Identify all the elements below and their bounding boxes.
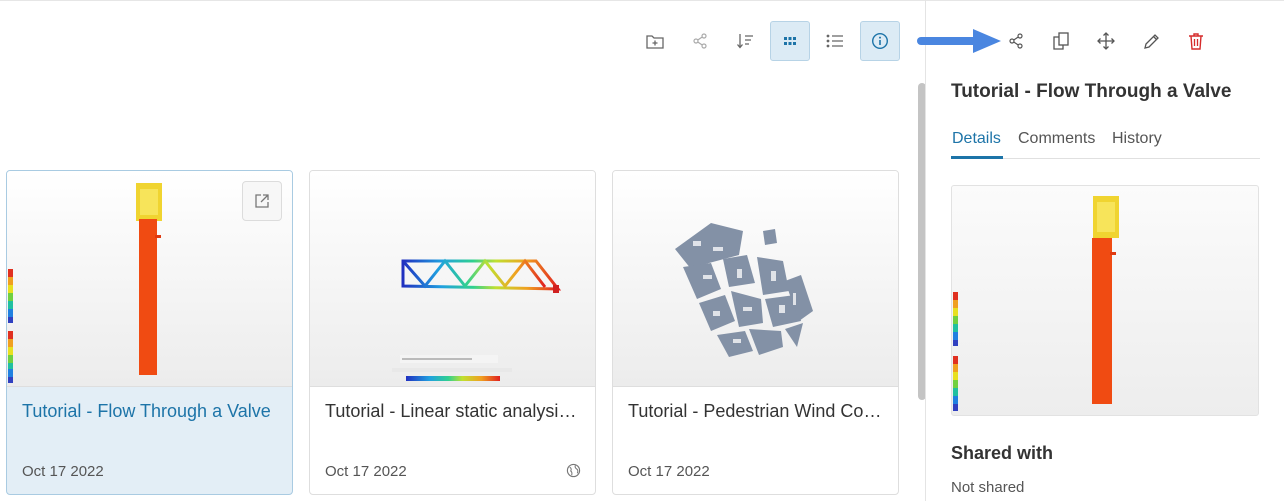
panel-share-button[interactable] xyxy=(1004,30,1028,52)
sort-icon xyxy=(737,34,753,49)
project-preview-image xyxy=(951,185,1259,416)
new-folder-button[interactable] xyxy=(635,21,675,61)
trash-icon xyxy=(1189,33,1203,50)
tab-details[interactable]: Details xyxy=(952,130,1001,148)
open-project-button[interactable] xyxy=(242,181,282,221)
project-card-flow-valve[interactable]: Tutorial - Flow Through a Valve Oct 17 2… xyxy=(6,170,293,495)
card-title[interactable]: Tutorial - Flow Through a Valve xyxy=(22,401,280,422)
card-date: Oct 17 2022 xyxy=(22,463,104,480)
list-view-button[interactable] xyxy=(815,21,855,61)
info-button[interactable] xyxy=(860,21,900,61)
tab-comments[interactable]: Comments xyxy=(1018,130,1095,148)
panel-edit-button[interactable] xyxy=(1139,30,1163,52)
share-icon xyxy=(693,33,707,49)
info-icon xyxy=(871,32,889,50)
card-title[interactable]: Tutorial - Linear static analysis of a C… xyxy=(325,401,583,422)
tab-history[interactable]: History xyxy=(1112,130,1162,148)
project-card-pedestrian-wind[interactable]: Tutorial - Pedestrian Wind Comfort Oct 1… xyxy=(612,170,899,495)
project-card-crane[interactable]: Tutorial - Linear static analysis of a C… xyxy=(309,170,596,495)
annotation-arrow xyxy=(917,29,1001,53)
copy-icon xyxy=(1053,32,1069,50)
active-tab-indicator xyxy=(951,156,1003,159)
panel-move-button[interactable] xyxy=(1094,30,1118,52)
globe-icon xyxy=(566,463,581,478)
external-link-icon xyxy=(255,194,269,208)
grid-view-icon xyxy=(784,37,796,45)
share-icon xyxy=(1009,33,1023,49)
panel-divider xyxy=(925,0,926,501)
card-date: Oct 17 2022 xyxy=(325,463,407,480)
card-date: Oct 17 2022 xyxy=(628,463,710,480)
edit-icon xyxy=(1143,33,1159,49)
shared-with-heading: Shared with xyxy=(951,443,1054,463)
project-thumbnail xyxy=(613,171,898,387)
move-icon xyxy=(1097,32,1115,50)
grid-view-button[interactable] xyxy=(770,21,810,61)
shared-with-value: Not shared xyxy=(951,479,1025,496)
card-title[interactable]: Tutorial - Pedestrian Wind Comfort xyxy=(628,401,886,422)
panel-title: Tutorial - Flow Through a Valve xyxy=(951,81,1232,102)
panel-delete-button[interactable] xyxy=(1184,30,1208,52)
project-thumbnail xyxy=(310,171,595,387)
new-folder-icon xyxy=(646,35,664,49)
panel-copy-button[interactable] xyxy=(1049,30,1073,52)
top-border xyxy=(0,0,1284,1)
sort-button[interactable] xyxy=(725,21,765,61)
share-button[interactable] xyxy=(680,21,720,61)
list-view-icon xyxy=(826,34,843,48)
